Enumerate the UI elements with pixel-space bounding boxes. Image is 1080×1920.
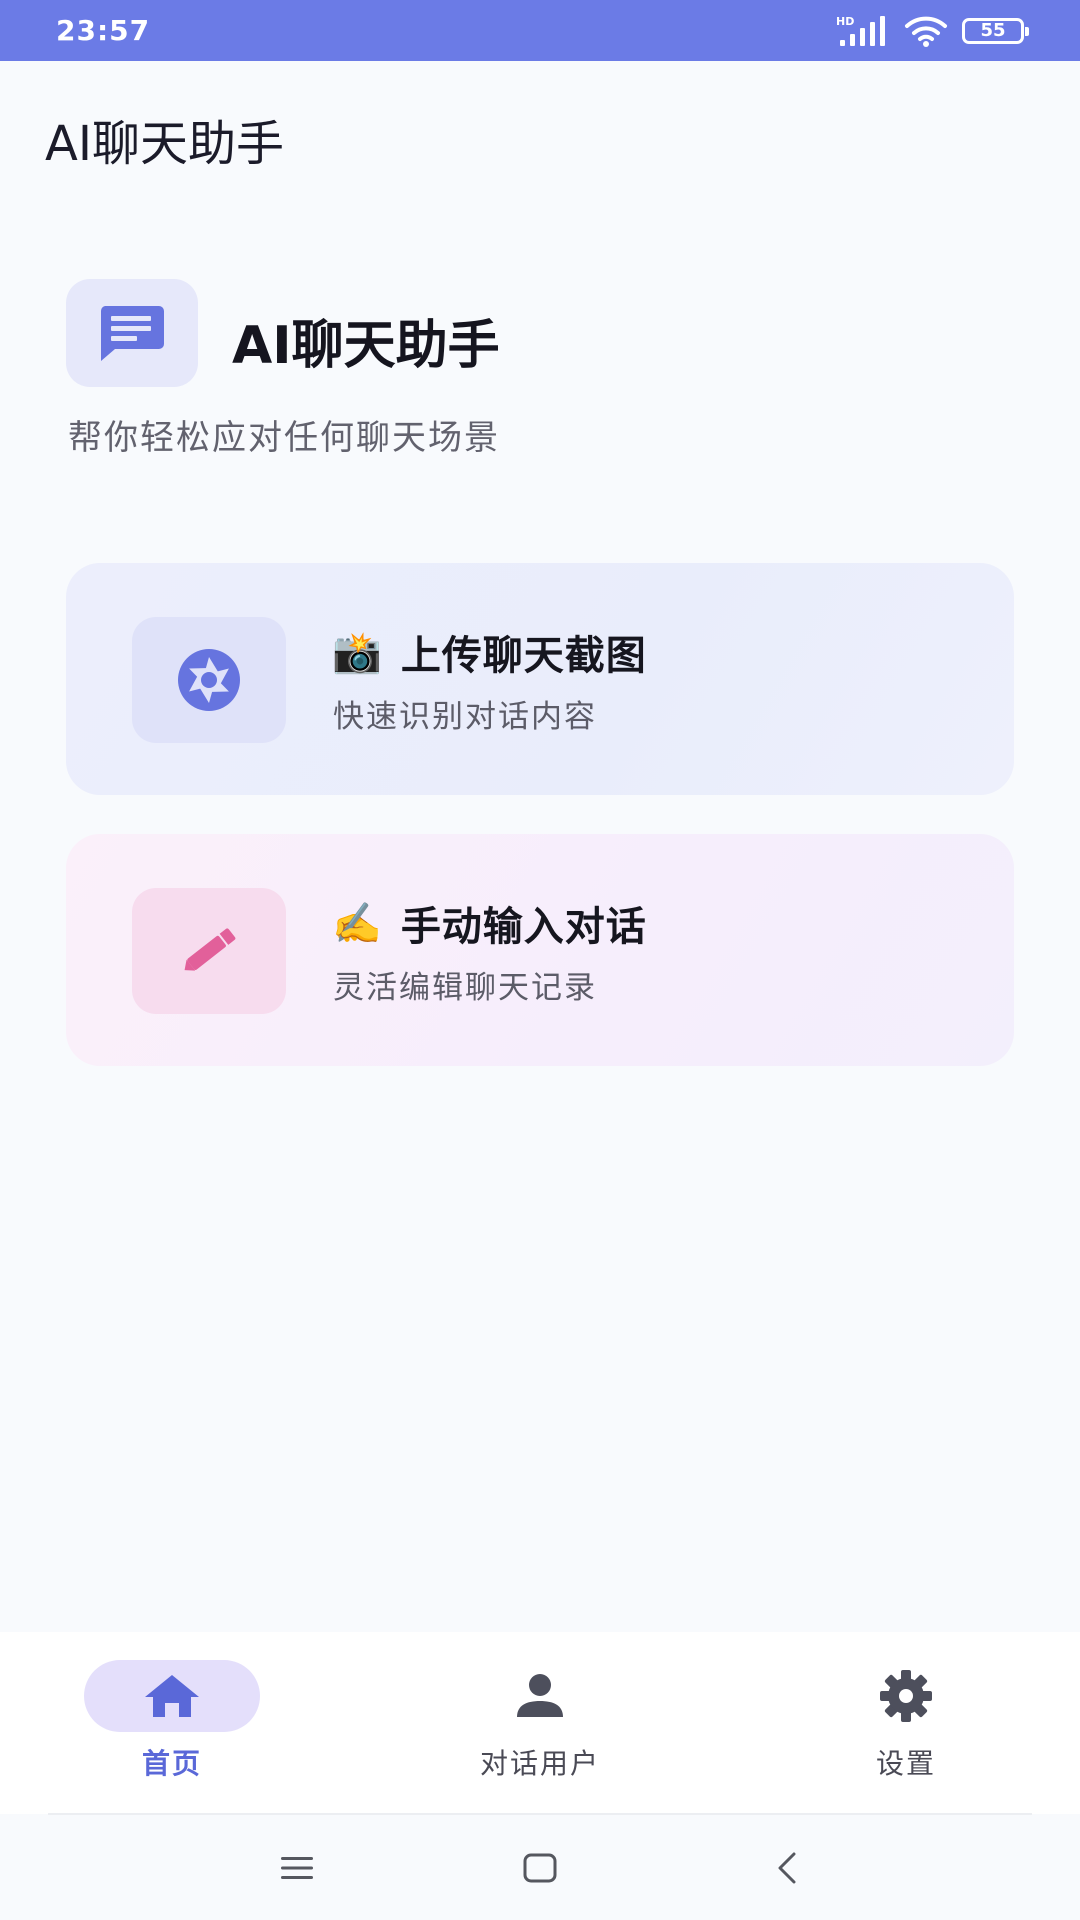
person-icon xyxy=(517,1674,563,1717)
hero-subtitle: 帮你轻松应对任何聊天场景 xyxy=(68,418,500,458)
upload-icon-container xyxy=(132,617,286,743)
nav-item-chat-users[interactable]: 对话用户 xyxy=(440,1660,640,1790)
upload-card-title-text: 上传聊天截图 xyxy=(400,633,647,679)
manual-input-card[interactable]: ✍️ 手动输入对话 灵活编辑聊天记录 xyxy=(66,834,1014,1066)
app-bar-title: AI聊天助手 xyxy=(45,116,284,172)
app-screen: 23:57 HD 55 AI聊天助手 AI聊天助手 帮你轻松应对任何聊天场景 📸… xyxy=(0,0,1080,1920)
nav-label-settings: 设置 xyxy=(875,1747,936,1780)
home-square-icon xyxy=(523,1853,557,1883)
signal-icon: HD xyxy=(836,15,885,46)
gear-icon xyxy=(880,1670,932,1722)
menu-icon xyxy=(281,1857,313,1879)
hero-title: AI聊天助手 xyxy=(232,316,500,376)
battery-icon: 55 xyxy=(962,17,1029,44)
system-back-button[interactable] xyxy=(757,1846,817,1890)
nav-item-home[interactable]: 首页 xyxy=(72,1660,272,1790)
manual-icon-container xyxy=(132,888,286,1014)
hero-icon-container xyxy=(66,279,198,387)
status-bar: 23:57 HD 55 xyxy=(0,0,1080,61)
home-icon xyxy=(145,1675,199,1717)
battery-level: 55 xyxy=(980,20,1006,41)
upload-card-description: 快速识别对话内容 xyxy=(333,699,597,735)
network-label: HD xyxy=(836,15,854,28)
camera-shutter-icon xyxy=(178,649,240,711)
system-menu-button[interactable] xyxy=(267,1846,327,1890)
wifi-icon xyxy=(905,16,947,47)
status-time: 23:57 xyxy=(56,14,151,47)
manual-card-description: 灵活编辑聊天记录 xyxy=(333,970,597,1006)
writing-hand-emoji-icon: ✍️ xyxy=(332,900,383,947)
upload-card-title: 📸 上传聊天截图 xyxy=(332,623,647,681)
system-navigation-bar xyxy=(0,1816,1080,1920)
upload-screenshot-card[interactable]: 📸 上传聊天截图 快速识别对话内容 xyxy=(66,563,1014,795)
nav-active-indicator xyxy=(84,1660,260,1732)
bottom-navigation: 首页 对话用户 设置 xyxy=(0,1632,1080,1814)
manual-card-title: ✍️ 手动输入对话 xyxy=(332,894,647,952)
nav-divider xyxy=(48,1813,1032,1815)
nav-label-chat-users: 对话用户 xyxy=(479,1747,600,1780)
nav-icon-wrap-settings xyxy=(818,1660,994,1732)
nav-item-settings[interactable]: 设置 xyxy=(806,1660,1006,1790)
pencil-icon xyxy=(184,928,236,971)
status-icons: HD 55 xyxy=(836,14,1029,48)
chat-bubble-icon xyxy=(100,306,164,361)
nav-icon-wrap-users xyxy=(452,1660,628,1732)
nav-label-home: 首页 xyxy=(141,1747,202,1780)
manual-card-title-text: 手动输入对话 xyxy=(400,904,647,950)
system-home-button[interactable] xyxy=(510,1846,570,1890)
camera-emoji-icon: 📸 xyxy=(332,629,383,676)
back-icon xyxy=(778,1852,796,1884)
